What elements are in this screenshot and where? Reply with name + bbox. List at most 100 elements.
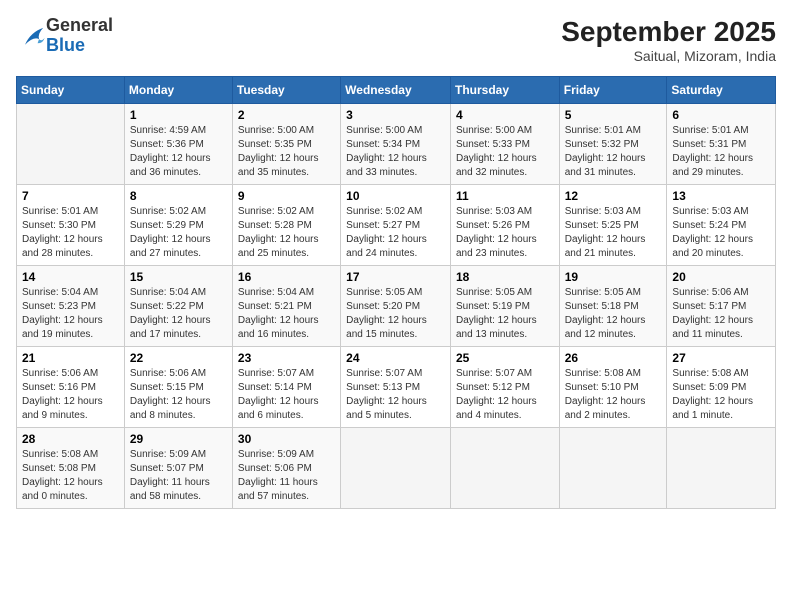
day-info: Sunrise: 5:02 AM Sunset: 5:29 PM Dayligh…: [130, 205, 227, 261]
days-of-week-row: SundayMondayTuesdayWednesdayThursdayFrid…: [17, 77, 776, 104]
day-of-week-wednesday: Wednesday: [341, 77, 451, 104]
day-info: Sunrise: 5:06 AM Sunset: 5:17 PM Dayligh…: [672, 286, 770, 342]
calendar-cell: 21 Sunrise: 5:06 AM Sunset: 5:16 PM Dayli…: [17, 347, 125, 428]
day-number: 16: [238, 270, 335, 284]
day-number: 29: [130, 432, 227, 446]
calendar-cell: 25Sunrise: 5:07 AM Sunset: 5:12 PM Dayli…: [450, 347, 559, 428]
day-info: Sunrise: 5:04 AM Sunset: 5:22 PM Dayligh…: [130, 286, 227, 342]
day-number: 27: [672, 351, 770, 365]
day-info: Sunrise: 5:01 AM Sunset: 5:31 PM Dayligh…: [672, 124, 770, 180]
day-of-week-tuesday: Tuesday: [232, 77, 340, 104]
calendar-cell: 8Sunrise: 5:02 AM Sunset: 5:29 PM Daylig…: [124, 185, 232, 266]
calendar-cell: 11 Sunrise: 5:03 AM Sunset: 5:26 PM Dayli…: [450, 185, 559, 266]
day-info: Sunrise: 5:03 AM Sunset: 5:25 PM Dayligh…: [565, 205, 662, 261]
day-number: 7: [22, 189, 119, 203]
day-number: 5: [565, 108, 662, 122]
calendar-cell: 22Sunrise: 5:06 AM Sunset: 5:15 PM Dayli…: [124, 347, 232, 428]
day-number: 13: [672, 189, 770, 203]
calendar-cell: 9 Sunrise: 5:02 AM Sunset: 5:28 PM Daylig…: [232, 185, 340, 266]
day-info: Sunrise: 5:05 AM Sunset: 5:18 PM Dayligh…: [565, 286, 662, 342]
calendar-cell: [559, 428, 667, 509]
day-info: Sunrise: 5:08 AM Sunset: 5:10 PM Dayligh…: [565, 367, 662, 423]
day-number: 9: [238, 189, 335, 203]
calendar-cell: 7 Sunrise: 5:01 AM Sunset: 5:30 PM Daylig…: [17, 185, 125, 266]
calendar-cell: 20Sunrise: 5:06 AM Sunset: 5:17 PM Dayli…: [667, 266, 776, 347]
day-info: Sunrise: 4:59 AM Sunset: 5:36 PM Dayligh…: [130, 124, 227, 180]
calendar-cell: 18 Sunrise: 5:05 AM Sunset: 5:19 PM Dayli…: [450, 266, 559, 347]
day-number: 11: [456, 189, 554, 203]
logo-text: General Blue: [46, 16, 113, 56]
day-number: 26: [565, 351, 662, 365]
calendar-cell: 19Sunrise: 5:05 AM Sunset: 5:18 PM Dayli…: [559, 266, 667, 347]
day-number: 28: [22, 432, 119, 446]
calendar-table: SundayMondayTuesdayWednesdayThursdayFrid…: [16, 76, 776, 509]
calendar-cell: 30Sunrise: 5:09 AM Sunset: 5:06 PM Dayli…: [232, 428, 340, 509]
calendar-body: 1 Sunrise: 4:59 AM Sunset: 5:36 PM Daylig…: [17, 104, 776, 509]
day-info: Sunrise: 5:01 AM Sunset: 5:32 PM Dayligh…: [565, 124, 662, 180]
day-info: Sunrise: 5:07 AM Sunset: 5:14 PM Dayligh…: [238, 367, 335, 423]
calendar-cell: [17, 104, 125, 185]
calendar-cell: [450, 428, 559, 509]
day-info: Sunrise: 5:00 AM Sunset: 5:33 PM Dayligh…: [456, 124, 554, 180]
day-number: 12: [565, 189, 662, 203]
calendar-cell: 24 Sunrise: 5:07 AM Sunset: 5:13 PM Dayli…: [341, 347, 451, 428]
calendar-cell: 28 Sunrise: 5:08 AM Sunset: 5:08 PM Dayli…: [17, 428, 125, 509]
day-info: Sunrise: 5:05 AM Sunset: 5:19 PM Dayligh…: [456, 286, 554, 342]
calendar-cell: 3Sunrise: 5:00 AM Sunset: 5:34 PM Daylig…: [341, 104, 451, 185]
day-info: Sunrise: 5:06 AM Sunset: 5:16 PM Dayligh…: [22, 367, 119, 423]
day-info: Sunrise: 5:06 AM Sunset: 5:15 PM Dayligh…: [130, 367, 227, 423]
day-of-week-monday: Monday: [124, 77, 232, 104]
day-info: Sunrise: 5:03 AM Sunset: 5:26 PM Dayligh…: [456, 205, 554, 261]
day-info: Sunrise: 5:01 AM Sunset: 5:30 PM Dayligh…: [22, 205, 119, 261]
day-number: 25: [456, 351, 554, 365]
logo: General Blue: [16, 16, 113, 56]
day-of-week-friday: Friday: [559, 77, 667, 104]
day-info: Sunrise: 5:04 AM Sunset: 5:21 PM Dayligh…: [238, 286, 335, 342]
calendar-cell: 10 Sunrise: 5:02 AM Sunset: 5:27 PM Dayli…: [341, 185, 451, 266]
day-number: 4: [456, 108, 554, 122]
day-number: 23: [238, 351, 335, 365]
day-number: 30: [238, 432, 335, 446]
day-of-week-thursday: Thursday: [450, 77, 559, 104]
day-info: Sunrise: 5:00 AM Sunset: 5:35 PM Dayligh…: [238, 124, 335, 180]
week-row-1: 1 Sunrise: 4:59 AM Sunset: 5:36 PM Daylig…: [17, 104, 776, 185]
calendar-cell: 4 Sunrise: 5:00 AM Sunset: 5:33 PM Daylig…: [450, 104, 559, 185]
calendar-cell: 27Sunrise: 5:08 AM Sunset: 5:09 PM Dayli…: [667, 347, 776, 428]
day-info: Sunrise: 5:08 AM Sunset: 5:08 PM Dayligh…: [22, 448, 119, 504]
day-number: 21: [22, 351, 119, 365]
day-info: Sunrise: 5:02 AM Sunset: 5:27 PM Dayligh…: [346, 205, 445, 261]
calendar-cell: 16 Sunrise: 5:04 AM Sunset: 5:21 PM Dayli…: [232, 266, 340, 347]
calendar-header: SundayMondayTuesdayWednesdayThursdayFrid…: [17, 77, 776, 104]
day-number: 10: [346, 189, 445, 203]
calendar-cell: 15 Sunrise: 5:04 AM Sunset: 5:22 PM Dayli…: [124, 266, 232, 347]
week-row-2: 7 Sunrise: 5:01 AM Sunset: 5:30 PM Daylig…: [17, 185, 776, 266]
calendar-cell: 17Sunrise: 5:05 AM Sunset: 5:20 PM Dayli…: [341, 266, 451, 347]
day-info: Sunrise: 5:02 AM Sunset: 5:28 PM Dayligh…: [238, 205, 335, 261]
month-title: September 2025: [561, 16, 776, 48]
location-subtitle: Saitual, Mizoram, India: [561, 48, 776, 64]
calendar-cell: 2 Sunrise: 5:00 AM Sunset: 5:35 PM Daylig…: [232, 104, 340, 185]
day-number: 3: [346, 108, 445, 122]
week-row-3: 14Sunrise: 5:04 AM Sunset: 5:23 PM Dayli…: [17, 266, 776, 347]
calendar-cell: 6 Sunrise: 5:01 AM Sunset: 5:31 PM Daylig…: [667, 104, 776, 185]
day-info: Sunrise: 5:07 AM Sunset: 5:13 PM Dayligh…: [346, 367, 445, 423]
day-info: Sunrise: 5:03 AM Sunset: 5:24 PM Dayligh…: [672, 205, 770, 261]
logo-bird-icon: [18, 25, 46, 49]
calendar-cell: 29Sunrise: 5:09 AM Sunset: 5:07 PM Dayli…: [124, 428, 232, 509]
day-number: 15: [130, 270, 227, 284]
day-number: 24: [346, 351, 445, 365]
logo-blue: Blue: [46, 36, 113, 56]
day-number: 6: [672, 108, 770, 122]
day-number: 1: [130, 108, 227, 122]
calendar-cell: [667, 428, 776, 509]
logo-general: General: [46, 16, 113, 36]
day-number: 14: [22, 270, 119, 284]
calendar-cell: 5 Sunrise: 5:01 AM Sunset: 5:32 PM Daylig…: [559, 104, 667, 185]
week-row-5: 28 Sunrise: 5:08 AM Sunset: 5:08 PM Dayli…: [17, 428, 776, 509]
calendar-cell: [341, 428, 451, 509]
day-number: 18: [456, 270, 554, 284]
page-header: General Blue September 2025 Saitual, Miz…: [16, 16, 776, 64]
day-number: 2: [238, 108, 335, 122]
calendar-cell: 12 Sunrise: 5:03 AM Sunset: 5:25 PM Dayli…: [559, 185, 667, 266]
day-of-week-saturday: Saturday: [667, 77, 776, 104]
